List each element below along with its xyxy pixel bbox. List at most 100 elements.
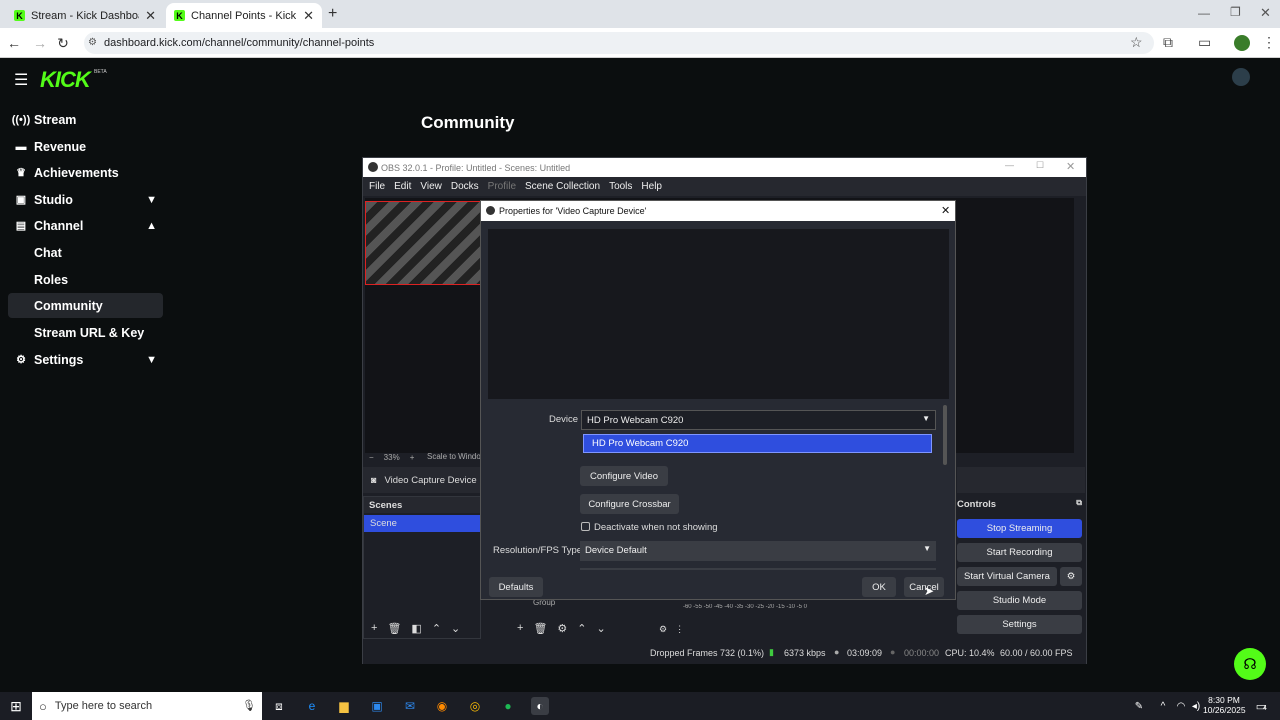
sidebar-item-roles[interactable]: Roles xyxy=(8,267,163,292)
close-window-icon[interactable]: ✕ xyxy=(1260,5,1271,21)
next-field-edge xyxy=(580,568,936,570)
close-tab-icon[interactable]: ✕ xyxy=(145,8,156,24)
browser-tab-stream[interactable]: K Stream - Kick Dashboard ✕ xyxy=(6,3,164,28)
menu-view[interactable]: View xyxy=(420,181,442,192)
configure-video-button[interactable]: Configure Video xyxy=(580,466,668,486)
audio-settings-icon[interactable]: ⚙ xyxy=(659,624,667,638)
pen-icon[interactable]: ✎ xyxy=(1130,697,1148,715)
add-source-icon[interactable]: + xyxy=(517,622,523,638)
zoom-out-icon[interactable]: − xyxy=(369,453,374,462)
menu-scene-collection[interactable]: Scene Collection xyxy=(525,181,600,192)
sidebar-item-label: Stream URL & Key xyxy=(34,325,145,340)
remove-scene-icon[interactable]: 🗑 xyxy=(387,622,401,638)
new-tab-icon[interactable]: + xyxy=(328,5,337,23)
firefox-icon[interactable]: ◉ xyxy=(433,697,451,715)
minimize-icon[interactable]: — xyxy=(1005,160,1014,170)
clock[interactable]: 8:30 PM 10/26/2025 xyxy=(1203,695,1246,715)
back-icon[interactable]: ← xyxy=(6,35,22,51)
forward-icon[interactable]: → xyxy=(32,35,48,51)
sidebar-item-achievements[interactable]: ♛ Achievements xyxy=(8,160,163,185)
start-recording-button[interactable]: Start Recording xyxy=(957,543,1082,562)
edge-icon[interactable]: e xyxy=(303,697,321,715)
filter-icon[interactable]: ◧ xyxy=(411,622,421,638)
dropdown-option-c920[interactable]: HD Pro Webcam C920 xyxy=(583,434,932,453)
sidebar-item-settings[interactable]: ⚙ Settings ▼ xyxy=(8,347,163,372)
defaults-button[interactable]: Defaults xyxy=(489,577,543,597)
move-down-icon[interactable]: ⌄ xyxy=(451,622,460,638)
profile-avatar[interactable] xyxy=(1234,35,1250,51)
search-placeholder: Type here to search xyxy=(54,700,153,712)
scrollbar[interactable] xyxy=(943,405,947,465)
zoom-in-icon[interactable]: + xyxy=(410,453,415,462)
close-tab-icon[interactable]: ✕ xyxy=(303,8,314,24)
minimize-window-icon[interactable]: — xyxy=(1198,6,1210,20)
source-settings-icon[interactable]: ⚙ xyxy=(557,622,567,638)
sidebar-item-label: Roles xyxy=(34,272,69,287)
settings-button[interactable]: Settings xyxy=(957,615,1082,634)
dock-float-icon[interactable]: ⧉ xyxy=(1076,498,1082,508)
configure-crossbar-button[interactable]: Configure Crossbar xyxy=(580,494,679,514)
add-scene-icon[interactable]: + xyxy=(371,622,377,638)
deactivate-checkbox[interactable] xyxy=(581,522,590,531)
ok-button[interactable]: OK xyxy=(862,577,896,597)
sidebar-item-chat[interactable]: Chat xyxy=(8,240,163,265)
device-select[interactable]: HD Pro Webcam C920 ▼ xyxy=(581,410,936,430)
sidebar-item-community[interactable]: Community xyxy=(8,293,163,318)
resfps-select[interactable]: Device Default ▼ xyxy=(580,541,936,561)
group-source-item[interactable]: Group xyxy=(509,598,649,614)
microphone-icon[interactable]: 🎙 xyxy=(242,699,256,712)
sidebar-item-stream[interactable]: ((•)) Stream xyxy=(8,107,163,132)
cast-icon[interactable]: ▭ xyxy=(1198,34,1211,51)
kick-logo[interactable]: KICK xyxy=(40,67,91,93)
bookmark-star-icon[interactable]: ☆ xyxy=(1130,34,1143,51)
file-explorer-icon[interactable]: ▆ xyxy=(335,697,353,715)
menu-file[interactable]: File xyxy=(369,181,385,192)
mixer-menu-icon[interactable]: ⋮ xyxy=(675,624,684,638)
hamburger-menu-icon[interactable]: ☰ xyxy=(14,70,28,90)
tray-chevron-icon[interactable]: ^ xyxy=(1154,697,1172,715)
menu-dots-icon[interactable]: ⋮ xyxy=(1262,34,1276,51)
menu-profile[interactable]: Profile xyxy=(488,181,516,192)
sidebar-item-channel[interactable]: ▤ Channel ▲ xyxy=(8,213,163,238)
move-up-icon[interactable]: ⌃ xyxy=(432,622,441,638)
extensions-icon[interactable]: ⧉ xyxy=(1163,34,1173,51)
close-icon[interactable]: ✕ xyxy=(941,204,950,217)
start-virtual-camera-button[interactable]: Start Virtual Camera xyxy=(957,567,1057,586)
move-up-icon[interactable]: ⌃ xyxy=(577,622,586,638)
reload-icon[interactable]: ↻ xyxy=(55,35,71,52)
sidebar-item-studio[interactable]: ▣ Studio ▼ xyxy=(8,187,163,212)
video-capture-preview[interactable] xyxy=(365,201,483,285)
maximize-icon[interactable]: ☐ xyxy=(1036,160,1044,171)
support-chat-icon[interactable]: ☊ xyxy=(1234,648,1266,680)
move-down-icon[interactable]: ⌄ xyxy=(597,622,606,638)
sidebar-item-revenue[interactable]: ▬ Revenue xyxy=(8,134,163,159)
menu-tools[interactable]: Tools xyxy=(609,181,632,192)
studio-mode-button[interactable]: Studio Mode xyxy=(957,591,1082,610)
spotify-icon[interactable]: ● xyxy=(499,697,517,715)
restore-window-icon[interactable]: ❐ xyxy=(1230,5,1241,19)
url-field[interactable]: ⚙ dashboard.kick.com/channel/community/c… xyxy=(84,32,1154,54)
deactivate-label: Deactivate when not showing xyxy=(594,522,718,533)
scale-to-window[interactable]: Scale to Window xyxy=(427,452,487,461)
notification-icon[interactable]: ▭ xyxy=(1252,697,1270,715)
mail-icon[interactable]: ✉ xyxy=(401,697,419,715)
close-icon[interactable]: ✕ xyxy=(1066,160,1075,173)
stop-streaming-button[interactable]: Stop Streaming xyxy=(957,519,1082,538)
user-avatar[interactable] xyxy=(1232,68,1250,86)
store-icon[interactable]: ▣ xyxy=(368,697,386,715)
virtual-camera-settings-icon[interactable]: ⚙ xyxy=(1060,567,1082,586)
menu-help[interactable]: Help xyxy=(641,181,662,192)
taskbar-search[interactable]: ○ Type here to search 🎙 xyxy=(32,692,262,720)
sidebar-item-stream-url-key[interactable]: Stream URL & Key xyxy=(8,320,163,345)
audio-meter-ticks: -60 -55 -50 -45 -40 -35 -30 -25 -20 -15 … xyxy=(682,604,808,610)
chrome-icon[interactable]: ◎ xyxy=(466,697,484,715)
scene-item[interactable]: Scene xyxy=(364,515,480,532)
remove-source-icon[interactable]: 🗑 xyxy=(533,622,547,638)
menu-edit[interactable]: Edit xyxy=(394,181,411,192)
obs-taskbar-icon[interactable]: ◐ xyxy=(531,697,549,715)
site-info-icon[interactable]: ⚙ xyxy=(88,32,97,54)
menu-docks[interactable]: Docks xyxy=(451,181,479,192)
windows-start-icon[interactable]: ⊞ xyxy=(7,697,25,715)
browser-tab-channel-points[interactable]: K Channel Points - Kick Dashboard ✕ xyxy=(166,3,322,28)
task-view-icon[interactable]: ⧈ xyxy=(270,697,288,715)
